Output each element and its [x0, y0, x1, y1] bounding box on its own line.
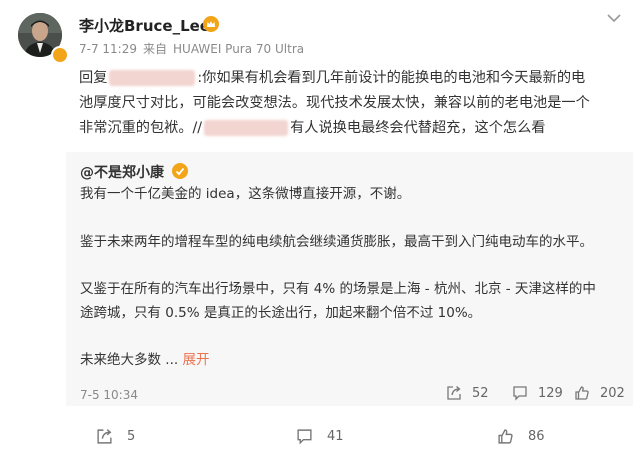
reply-prefix: 回复	[79, 70, 108, 86]
author-name[interactable]: 李小龙Bruce_Lee	[79, 15, 210, 36]
more-icon[interactable]	[603, 10, 625, 26]
like-button[interactable]: 86	[497, 428, 545, 445]
post-line3-tail: 有人说换电最终会代替超充，这个怎么看	[290, 120, 546, 136]
blurred-mention	[204, 120, 289, 136]
repost-icon	[447, 386, 461, 400]
quoted-truncated-text: 未来绝大多数 ...	[80, 352, 179, 368]
quoted-paragraph-3: 又鉴于在所有的汽车出行场景中，只有 4% 的场景是上海 - 杭州、北京 - 天津…	[80, 277, 620, 325]
quoted-paragraph-3-line2: 途跨城，只有 0.5% 是真正的长途出行，加起来翻个倍不过 10%。	[80, 305, 482, 321]
post-line2: 池厚度尺寸对比，可能会改变想法。现代技术发展太快，兼容以前的老电池是一个	[79, 95, 590, 111]
quoted-repost-button[interactable]: 52	[446, 385, 489, 401]
like-icon	[498, 429, 513, 444]
verified-avatar-badge-icon	[51, 46, 69, 64]
like-count: 86	[528, 429, 545, 444]
quoted-repost-count: 52	[472, 385, 489, 401]
crown-badge-icon	[203, 16, 219, 32]
quoted-like-button[interactable]: 202	[574, 385, 625, 401]
quoted-post[interactable]: @不是郑小康 我有一个千亿美金的 idea，这条微博直接开源，不谢。 鉴于未来两…	[66, 152, 633, 406]
comment-icon	[297, 429, 312, 445]
blurred-username	[109, 70, 196, 86]
verified-badge-icon	[172, 163, 188, 179]
quoted-comment-button[interactable]: 129	[512, 385, 563, 401]
device-name[interactable]: HUAWEI Pura 70 Ultra	[173, 42, 304, 56]
post-line3-head: 非常沉重的包袱。//	[79, 120, 203, 136]
quoted-author[interactable]: @不是郑小康	[80, 162, 164, 182]
quoted-comment-count: 129	[538, 385, 563, 401]
comment-count: 41	[327, 429, 344, 444]
quoted-time[interactable]: 7-5 10:34	[80, 388, 138, 402]
quoted-paragraph-1: 我有一个千亿美金的 idea，这条微博直接开源，不谢。	[80, 186, 411, 202]
post-time[interactable]: 7-7 11:29	[79, 42, 137, 56]
post-actions: 5 41 86	[0, 424, 633, 454]
comment-icon	[513, 386, 527, 401]
post-line1: :你如果有机会看到几年前设计的能换电的电池和今天最新的电	[197, 70, 586, 86]
repost-count: 5	[127, 429, 136, 444]
source-label: 来自	[143, 42, 168, 56]
repost-icon	[97, 429, 112, 444]
comment-button[interactable]: 41	[296, 428, 344, 445]
repost-button[interactable]: 5	[96, 428, 135, 445]
quoted-paragraph-2: 鉴于未来两年的增程车型的纯电续航会继续通货膨胀，最高干到入门纯电动车的水平。	[80, 234, 593, 250]
expand-link[interactable]: 展开	[182, 352, 209, 368]
quoted-paragraph-3-line1: 又鉴于在所有的汽车出行场景中，只有 4% 的场景是上海 - 杭州、北京 - 天津…	[80, 281, 596, 297]
post-text: 回复 :你如果有机会看到几年前设计的能换电的电池和今天最新的电 池厚度尺寸对比，可…	[79, 66, 619, 141]
quoted-paragraph-4: 未来绝大多数 ... 展开	[80, 348, 620, 372]
like-icon	[575, 386, 589, 400]
quoted-like-count: 202	[600, 385, 625, 401]
post-meta: 7-7 11:29 来自 HUAWEI Pura 70 Ultra	[79, 40, 310, 57]
